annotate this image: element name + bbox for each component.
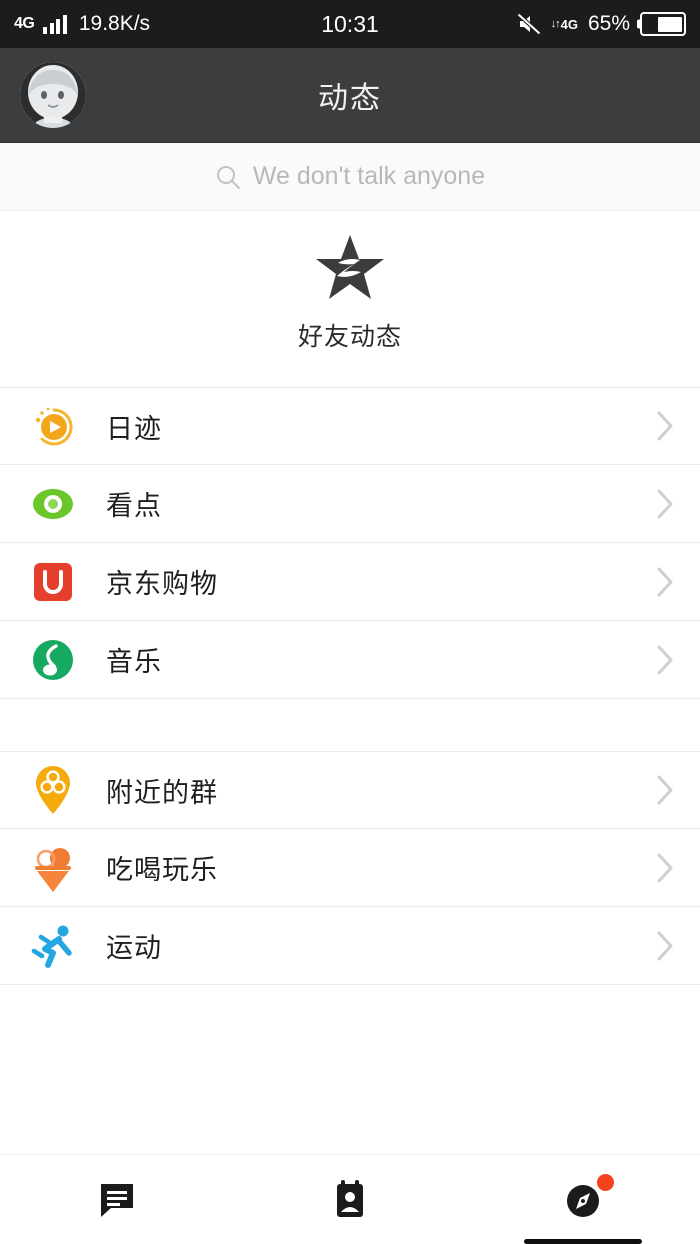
search-icon: [215, 164, 241, 190]
list-item-sports[interactable]: 运动: [0, 907, 700, 985]
sports-runner-icon: [28, 921, 78, 971]
list-item-label: 附近的群: [106, 777, 218, 808]
list-item-jd-shopping[interactable]: 京东购物: [0, 543, 700, 621]
chevron-right-icon: [654, 565, 676, 599]
signal-bars-icon: [43, 14, 67, 34]
group-separator: [0, 699, 700, 751]
status-right: ↓↑ 4G 65%: [516, 12, 686, 36]
friend-feed-entry[interactable]: 好友动态: [0, 211, 700, 387]
battery-icon: [640, 12, 686, 36]
network-speed-label: 19.8K/s: [78, 12, 151, 35]
nav-item-messages[interactable]: [0, 1155, 233, 1244]
list-item-kandian[interactable]: 看点: [0, 465, 700, 543]
list-item-label: 吃喝玩乐: [106, 855, 218, 885]
compass-icon: [561, 1173, 615, 1222]
music-note-icon: [28, 635, 78, 685]
notification-badge: [597, 1173, 615, 1191]
nearby-group-pin-icon: [28, 765, 78, 815]
list-item-rijji[interactable]: 日迹: [0, 387, 700, 465]
star-qzone-icon: [313, 233, 387, 303]
network-type-label: 4G: [14, 15, 35, 32]
status-left: 4G 19.8K/s: [14, 12, 150, 36]
list-item-food-fun[interactable]: 吃喝玩乐: [0, 829, 700, 907]
page-title: 动态: [318, 82, 382, 115]
jd-shopping-icon: [28, 557, 78, 607]
status-bar: 4G 19.8K/s 10:31 ↓↑ 4G 65%: [0, 0, 700, 48]
battery-percent-label: 65%: [587, 12, 630, 35]
chevron-right-icon: [654, 773, 676, 807]
kandian-eye-icon: [28, 479, 78, 529]
list-group-secondary: 附近的群 吃喝玩乐 运动: [0, 751, 700, 985]
list-item-label: 运动: [106, 933, 162, 963]
search-bar[interactable]: We don't talk anyone: [0, 143, 700, 211]
list-item-label: 看点: [106, 491, 162, 521]
list-item-label: 日迹: [106, 413, 162, 444]
list-item-nearby-group[interactable]: 附近的群: [0, 751, 700, 829]
chevron-right-icon: [654, 487, 676, 521]
bottom-navigation: [0, 1154, 700, 1244]
chat-bubble-icon: [95, 1178, 139, 1222]
contacts-card-icon: [328, 1178, 372, 1222]
data-transfer-icon: ↓↑ 4G: [550, 16, 578, 32]
list-item-label: 京东购物: [106, 569, 218, 599]
mute-icon: [516, 13, 541, 35]
nav-item-discover[interactable]: [467, 1155, 700, 1244]
list-group-primary: 日迹 看点 京东购物 音乐: [0, 387, 700, 699]
search-input[interactable]: We don't talk anyone: [253, 162, 485, 191]
chevron-right-icon: [654, 409, 676, 443]
list-item-music[interactable]: 音乐: [0, 621, 700, 699]
food-fun-cone-icon: [28, 843, 78, 893]
avatar[interactable]: [20, 62, 86, 128]
list-item-label: 音乐: [106, 647, 162, 677]
nav-item-contacts[interactable]: [233, 1155, 466, 1244]
chevron-right-icon: [654, 851, 676, 885]
chevron-right-icon: [654, 643, 676, 677]
friend-feed-label: 好友动态: [297, 323, 402, 351]
chevron-right-icon: [654, 929, 676, 963]
app-header: 动态: [0, 48, 700, 143]
day-track-icon: [28, 401, 78, 451]
home-indicator: [524, 1239, 643, 1244]
